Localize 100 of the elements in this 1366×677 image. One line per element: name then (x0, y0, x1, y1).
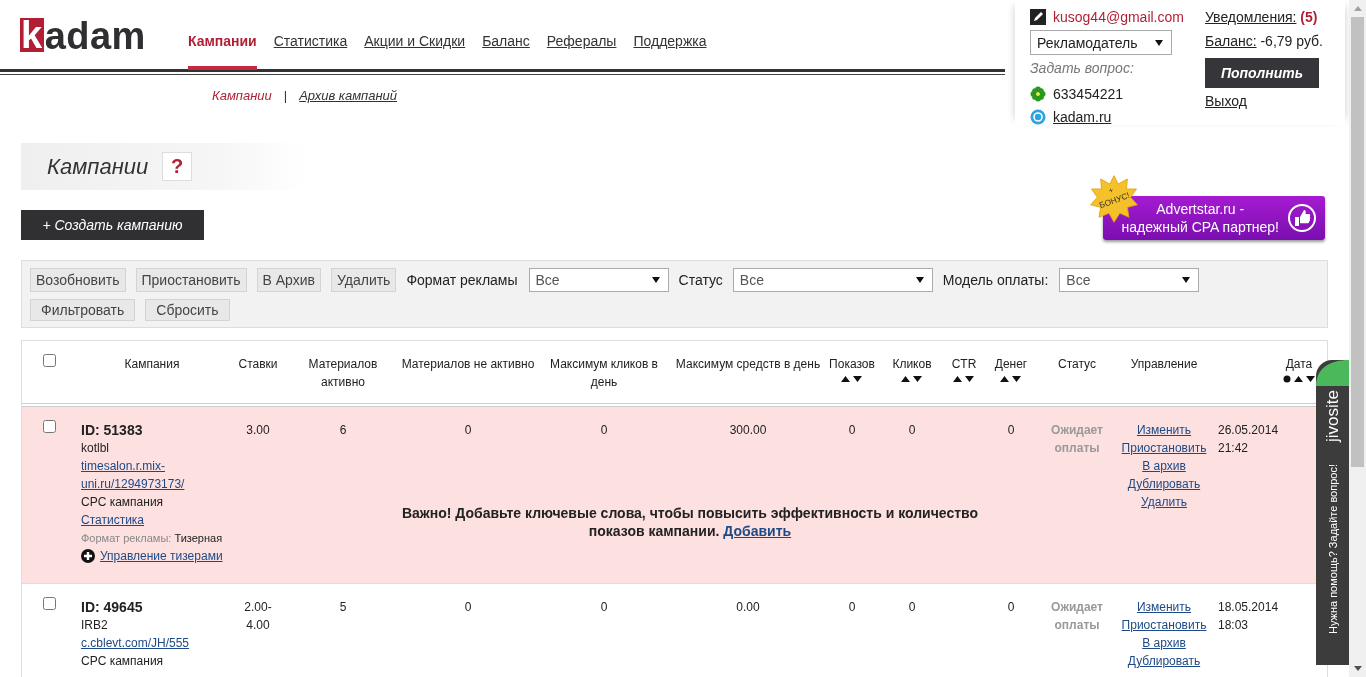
manage-teasers-link[interactable]: Управление тизерами (100, 547, 223, 565)
table-cell: 0 (848, 600, 856, 614)
column-header: Ставки (238, 356, 278, 373)
logo[interactable]: kadam (20, 18, 146, 52)
table-cell: 0 (464, 423, 472, 437)
sort-arrows-icon[interactable] (1282, 375, 1316, 383)
row-action-link[interactable]: В архив (1142, 457, 1186, 475)
campaign-type: CPC кампания (81, 653, 165, 670)
select-all-checkbox[interactable] (43, 354, 56, 367)
column-header[interactable]: Кликов (892, 355, 932, 373)
row-action-link[interactable]: Изменить (1136, 421, 1192, 439)
sort-arrows-icon[interactable] (953, 375, 975, 383)
status-dropdown[interactable]: Все (732, 268, 933, 292)
chat-widget-tab[interactable]: jivosite Нужна помощь? Задайте вопрос! (1316, 360, 1349, 665)
logout-link[interactable]: Выход (1205, 93, 1247, 109)
row-action-link[interactable]: Приостановить (1121, 616, 1207, 634)
table-cell: 300.00 (729, 423, 767, 437)
campaign-url-link[interactable]: c.cblevt.com/JH/555 (81, 634, 223, 652)
banner-text: Advertstar.ru - (1156, 200, 1245, 218)
skype-link[interactable]: kadam.ru (1053, 108, 1112, 125)
balance-link[interactable]: Баланс: (1205, 33, 1257, 49)
subnav-link[interactable]: Архив кампаний (299, 88, 398, 103)
row-action-link[interactable]: Изменить (1136, 598, 1192, 616)
status-text: Ожидает оплаты (1050, 599, 1104, 634)
ad-format-label: Формат рекламы: (81, 532, 172, 544)
subnav-link[interactable]: Кампании (212, 88, 272, 103)
flower-icon (1030, 85, 1046, 102)
table-cell: 5 (339, 600, 347, 614)
column-header[interactable]: CTR (951, 355, 977, 373)
payment-model-label: Модель оплаты: (942, 272, 1049, 288)
balance-value: -6,79 руб. (1260, 33, 1323, 49)
table-cell: 0 (908, 600, 916, 614)
create-campaign-button[interactable]: + Создать кампанию (21, 210, 204, 240)
format-dropdown[interactable]: Все (528, 268, 669, 292)
table-cell: 0 (1007, 600, 1015, 614)
date-text: 26.05.2014 (1218, 422, 1280, 439)
row-action-link[interactable]: В архив (1142, 634, 1186, 652)
add-keywords-link[interactable]: Добавить (723, 523, 792, 539)
nav-tab[interactable]: Рефералы (546, 33, 617, 70)
campaign-url-link[interactable]: timesalon.r.mix-uni.ru/1294973173/ (81, 457, 223, 493)
nav-tab[interactable]: Статистика (273, 33, 348, 70)
separator-text: | (283, 88, 288, 103)
row-checkbox[interactable] (43, 420, 56, 433)
thumbs-up-icon (1287, 203, 1317, 233)
campaign-id: ID: 51383 (81, 421, 144, 439)
nav-tab[interactable]: Акции и Скидки (364, 33, 466, 70)
nav-tab[interactable]: Баланс (482, 33, 530, 70)
nav-tab[interactable]: Кампании (187, 33, 257, 70)
filter-button[interactable]: Фильтровать (30, 299, 136, 321)
email-text: kusog44@gmail.com (1053, 8, 1184, 25)
ad-format-value: Тизерная (174, 532, 223, 544)
scrollbar-thumb[interactable] (1351, 17, 1364, 467)
chat-prompt: Нужна помощь? Задайте вопрос! (1326, 463, 1339, 634)
table-cell: 0.00 (736, 600, 760, 614)
scrollbar[interactable] (1349, 0, 1366, 677)
row-action-link[interactable]: Дублировать (1127, 652, 1201, 670)
statistics-link[interactable]: Статистика (81, 513, 145, 527)
row-action-link[interactable]: Удалить (1141, 493, 1187, 511)
help-button[interactable]: ? (162, 152, 193, 181)
topup-button[interactable]: Пополнить (1205, 58, 1319, 88)
column-header: Статус (1058, 356, 1096, 373)
ask-label: Задать вопрос: (1030, 60, 1135, 78)
table-cell: 0 (908, 423, 916, 437)
payment-model-dropdown[interactable]: Все (1059, 268, 1200, 292)
table-cell: 6 (339, 423, 347, 437)
row-action-link[interactable]: Приостановить (1121, 439, 1207, 457)
column-header: Материалов активно (307, 356, 379, 391)
table-cell: 0 (600, 423, 608, 437)
column-header: Максимум средств в день (675, 356, 821, 373)
row-checkbox[interactable] (43, 597, 56, 610)
table-cell-text: 2.00-4.00 (243, 599, 273, 634)
sort-arrows-icon[interactable] (1000, 375, 1022, 383)
bulk-action-button[interactable]: Приостановить (135, 268, 247, 292)
reset-button[interactable]: Сбросить (145, 299, 230, 321)
keywords-notice: Важно! Добавьте ключевые слова, чтобы повысить эффективность и количество показов кампании. Добавить (400, 504, 980, 540)
table-cell-text: 3.00 (245, 422, 271, 439)
bulk-action-button[interactable]: Возобновить (30, 268, 126, 292)
column-header[interactable]: Показов (829, 355, 875, 373)
table-cell: 0 (848, 423, 856, 437)
sort-arrows-icon[interactable] (841, 375, 863, 383)
column-header: Управление (1130, 356, 1198, 373)
notifications-count: (5) (1300, 9, 1318, 25)
column-header[interactable]: Дата (1285, 355, 1313, 373)
scroll-down-icon[interactable] (1353, 666, 1362, 671)
notifications-link[interactable]: Уведомления: (1205, 9, 1297, 25)
bulk-action-button[interactable]: Удалить (330, 268, 397, 292)
role-dropdown[interactable]: Рекламодатель (1030, 30, 1172, 55)
nav-tab[interactable]: Поддержка (633, 33, 707, 70)
column-header[interactable]: Денег (994, 355, 1028, 373)
chat-brand: jivosite (1322, 390, 1343, 442)
campaign-type: CPC кампания (81, 494, 165, 511)
caret-icon (1155, 39, 1163, 46)
row-action-link[interactable]: Дублировать (1127, 475, 1201, 493)
table-cell: 0 (1007, 423, 1015, 437)
column-header: Материалов не активно (401, 356, 535, 373)
sort-arrows-icon[interactable] (901, 375, 923, 383)
status-label: Статус (678, 272, 723, 288)
bulk-action-button[interactable]: В Архив (256, 268, 321, 292)
column-header: Кампания (124, 356, 180, 373)
table-cell: 0 (600, 600, 608, 614)
